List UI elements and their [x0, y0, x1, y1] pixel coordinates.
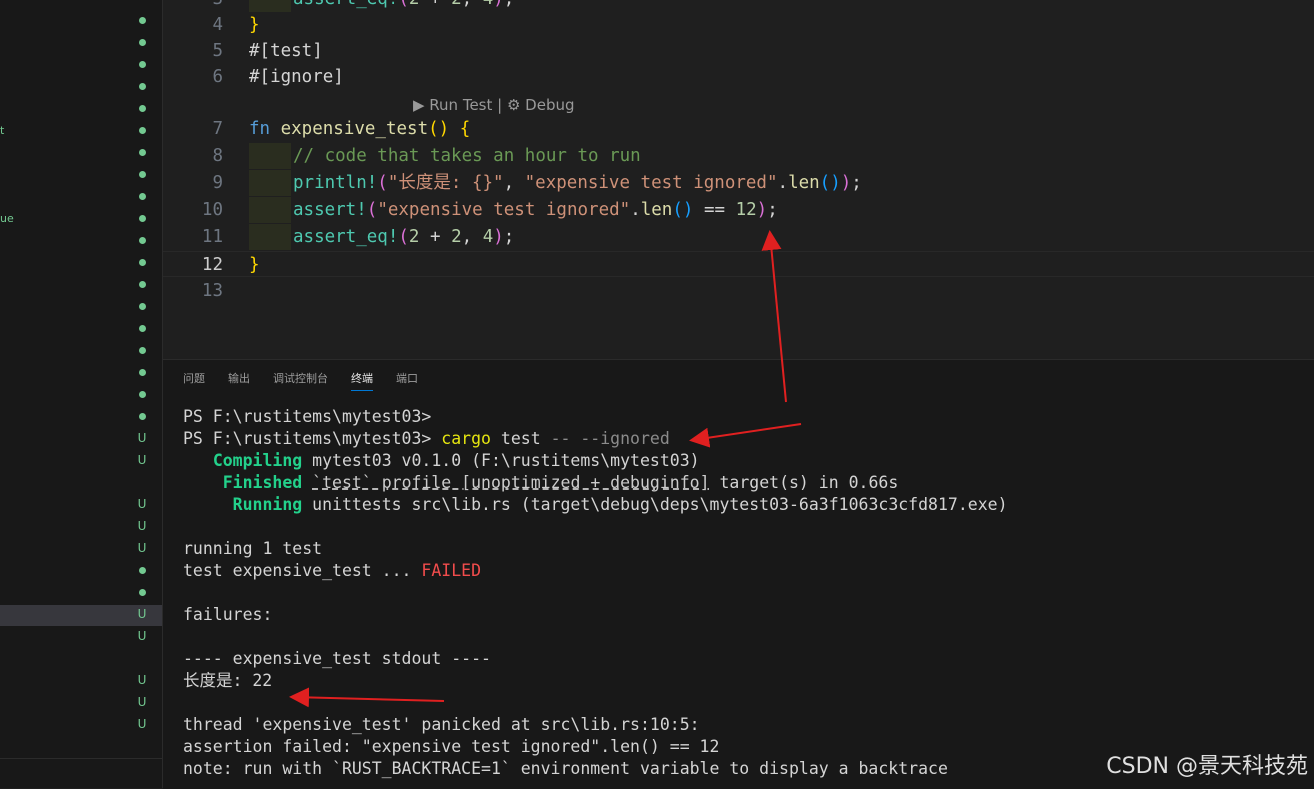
arrow-annotation [761, 230, 787, 403]
arrow-annotation [289, 687, 445, 708]
annotation-arrows [289, 230, 802, 708]
arrow-annotation [689, 423, 802, 448]
